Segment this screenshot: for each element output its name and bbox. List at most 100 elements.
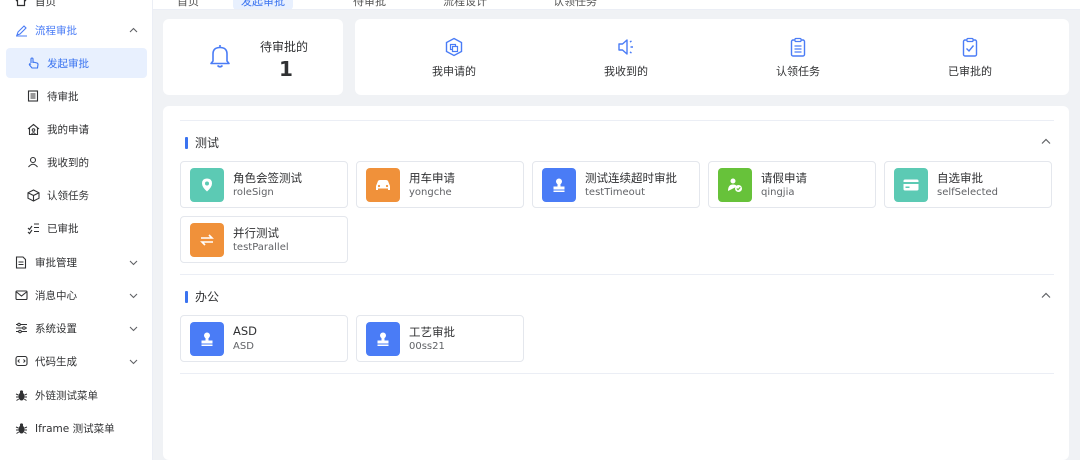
sidebar-item-claim-tasks[interactable]: 认领任务 (0, 180, 152, 210)
document-icon (14, 255, 28, 269)
sidebar-item-workflow[interactable]: 流程审批 (0, 15, 152, 45)
sidebar-item-label: 审批管理 (35, 256, 77, 269)
quick-label: 我申请的 (432, 65, 476, 78)
divider (180, 373, 1054, 374)
quick-received[interactable]: 我收到的 (581, 37, 671, 79)
sidebar-item-system-settings[interactable]: 系统设置 (0, 313, 152, 343)
quick-label: 已审批的 (948, 65, 992, 78)
quick-label: 认领任务 (776, 65, 820, 78)
process-card-yongche[interactable]: 用车申请 yongche (356, 161, 524, 208)
process-card-self-selected[interactable]: 自选审批 selfSelected (884, 161, 1052, 208)
user-icon (26, 155, 40, 169)
process-key: roleSign (233, 187, 274, 198)
bug-icon (14, 388, 28, 402)
mail-icon (14, 288, 28, 302)
process-key: ASD (233, 341, 254, 352)
sidebar-item-label: 已审批 (47, 222, 79, 235)
stamp-icon (366, 322, 400, 356)
section-marker (185, 290, 188, 303)
location-icon (190, 168, 224, 202)
chevron-down-icon (127, 256, 139, 268)
process-name: 测试连续超时审批 (585, 171, 677, 185)
collapse-test-button[interactable] (1040, 136, 1052, 148)
process-key: qingjia (761, 187, 795, 198)
divider (180, 120, 1054, 121)
sidebar-item-label: 我的申请 (47, 123, 89, 136)
section-marker (185, 136, 188, 149)
process-card-craft-approval[interactable]: 工艺审批 00ss21 (356, 315, 524, 362)
section-title-test: 测试 (185, 134, 219, 151)
tab-process-design[interactable]: 流程设计 (443, 0, 487, 9)
process-card-qingjia[interactable]: 请假申请 qingjia (708, 161, 876, 208)
chevron-up-icon (1041, 292, 1051, 298)
chevron-up-icon (1041, 138, 1051, 144)
checklist-icon (26, 221, 40, 235)
process-name: 自选审批 (937, 171, 983, 185)
process-card-test-parallel[interactable]: 并行测试 testParallel (180, 216, 348, 263)
process-key: testParallel (233, 242, 289, 253)
process-card-role-sign[interactable]: 角色会签测试 roleSign (180, 161, 348, 208)
collapse-office-button[interactable] (1040, 290, 1052, 302)
process-key: testTimeout (585, 187, 646, 198)
sidebar-item-label: 流程审批 (35, 24, 77, 37)
sidebar-item-label: 首页 (35, 0, 56, 8)
sidebar-item-label: 系统设置 (35, 322, 77, 335)
quick-my-applications[interactable]: 我申请的 (409, 37, 499, 79)
divider (180, 274, 1054, 275)
process-key: 00ss21 (409, 341, 445, 352)
pending-summary-card[interactable]: 待审批的 1 (163, 19, 343, 95)
quick-approved[interactable]: 已审批的 (925, 37, 1015, 79)
process-name: 角色会签测试 (233, 171, 302, 185)
sidebar-item-my-applications[interactable]: 我的申请 (0, 114, 152, 144)
sidebar-item-approved[interactable]: 已审批 (0, 213, 152, 243)
card-icon (894, 168, 928, 202)
sidebar-item-label: 外链测试菜单 (35, 389, 98, 402)
sidebar-item-start-approval[interactable]: 发起审批 (6, 48, 147, 78)
process-name: 并行测试 (233, 226, 279, 240)
process-name: ASD (233, 324, 258, 338)
sidebar-item-code-gen[interactable]: 代码生成 (0, 346, 152, 376)
quick-claim-tasks[interactable]: 认领任务 (753, 37, 843, 79)
clipboard-icon (790, 37, 806, 57)
bug-icon (14, 421, 28, 435)
chevron-down-icon (127, 322, 139, 334)
apply-icon (445, 37, 463, 57)
cube-icon (26, 188, 40, 202)
tab-start-approval[interactable]: 发起审批 (233, 0, 293, 9)
home-icon (14, 0, 28, 8)
sidebar-item-received[interactable]: 我收到的 (0, 147, 152, 177)
sidebar-item-iframe-test[interactable]: Iframe 测试菜单 (0, 413, 152, 443)
sidebar-item-external-link-test[interactable]: 外链测试菜单 (0, 380, 152, 410)
stamp-icon (190, 322, 224, 356)
process-card-asd[interactable]: ASD ASD (180, 315, 348, 362)
list-icon (26, 89, 40, 103)
tab-claim-tasks[interactable]: 认领任务 (553, 0, 597, 9)
tab-home[interactable]: 首页 (177, 0, 199, 9)
pen-icon (14, 23, 28, 37)
quick-label: 我收到的 (604, 65, 648, 78)
car-icon (366, 168, 400, 202)
sidebar-item-pending[interactable]: 待审批 (0, 81, 152, 111)
chevron-down-icon (127, 355, 139, 367)
process-name: 请假申请 (761, 171, 807, 185)
tabs-bar: 首页 发起审批 待审批 流程设计 认领任务 (153, 0, 1080, 10)
stamp-icon (542, 168, 576, 202)
sidebar-item-messages[interactable]: 消息中心 (0, 280, 152, 310)
process-list-panel (163, 106, 1069, 460)
sidebar-item-approval-management[interactable]: 审批管理 (0, 247, 152, 277)
tab-pending[interactable]: 待审批 (353, 0, 386, 9)
sidebar-item-home[interactable]: 首页 (0, 0, 152, 16)
sidebar-item-label: 发起审批 (47, 57, 89, 70)
sliders-icon (14, 321, 28, 335)
process-name: 工艺审批 (409, 325, 455, 339)
process-card-test-timeout[interactable]: 测试连续超时审批 testTimeout (532, 161, 700, 208)
code-icon (14, 354, 28, 368)
sidebar-item-label: Iframe 测试菜单 (35, 422, 115, 435)
section-title-office: 办公 (185, 288, 219, 305)
sidebar-item-label: 代码生成 (35, 355, 77, 368)
chevron-up-icon (127, 24, 139, 36)
clipboard-check-icon (962, 37, 978, 57)
process-key: yongche (409, 187, 452, 198)
process-key: selfSelected (937, 187, 999, 198)
process-name: 用车申请 (409, 171, 455, 185)
